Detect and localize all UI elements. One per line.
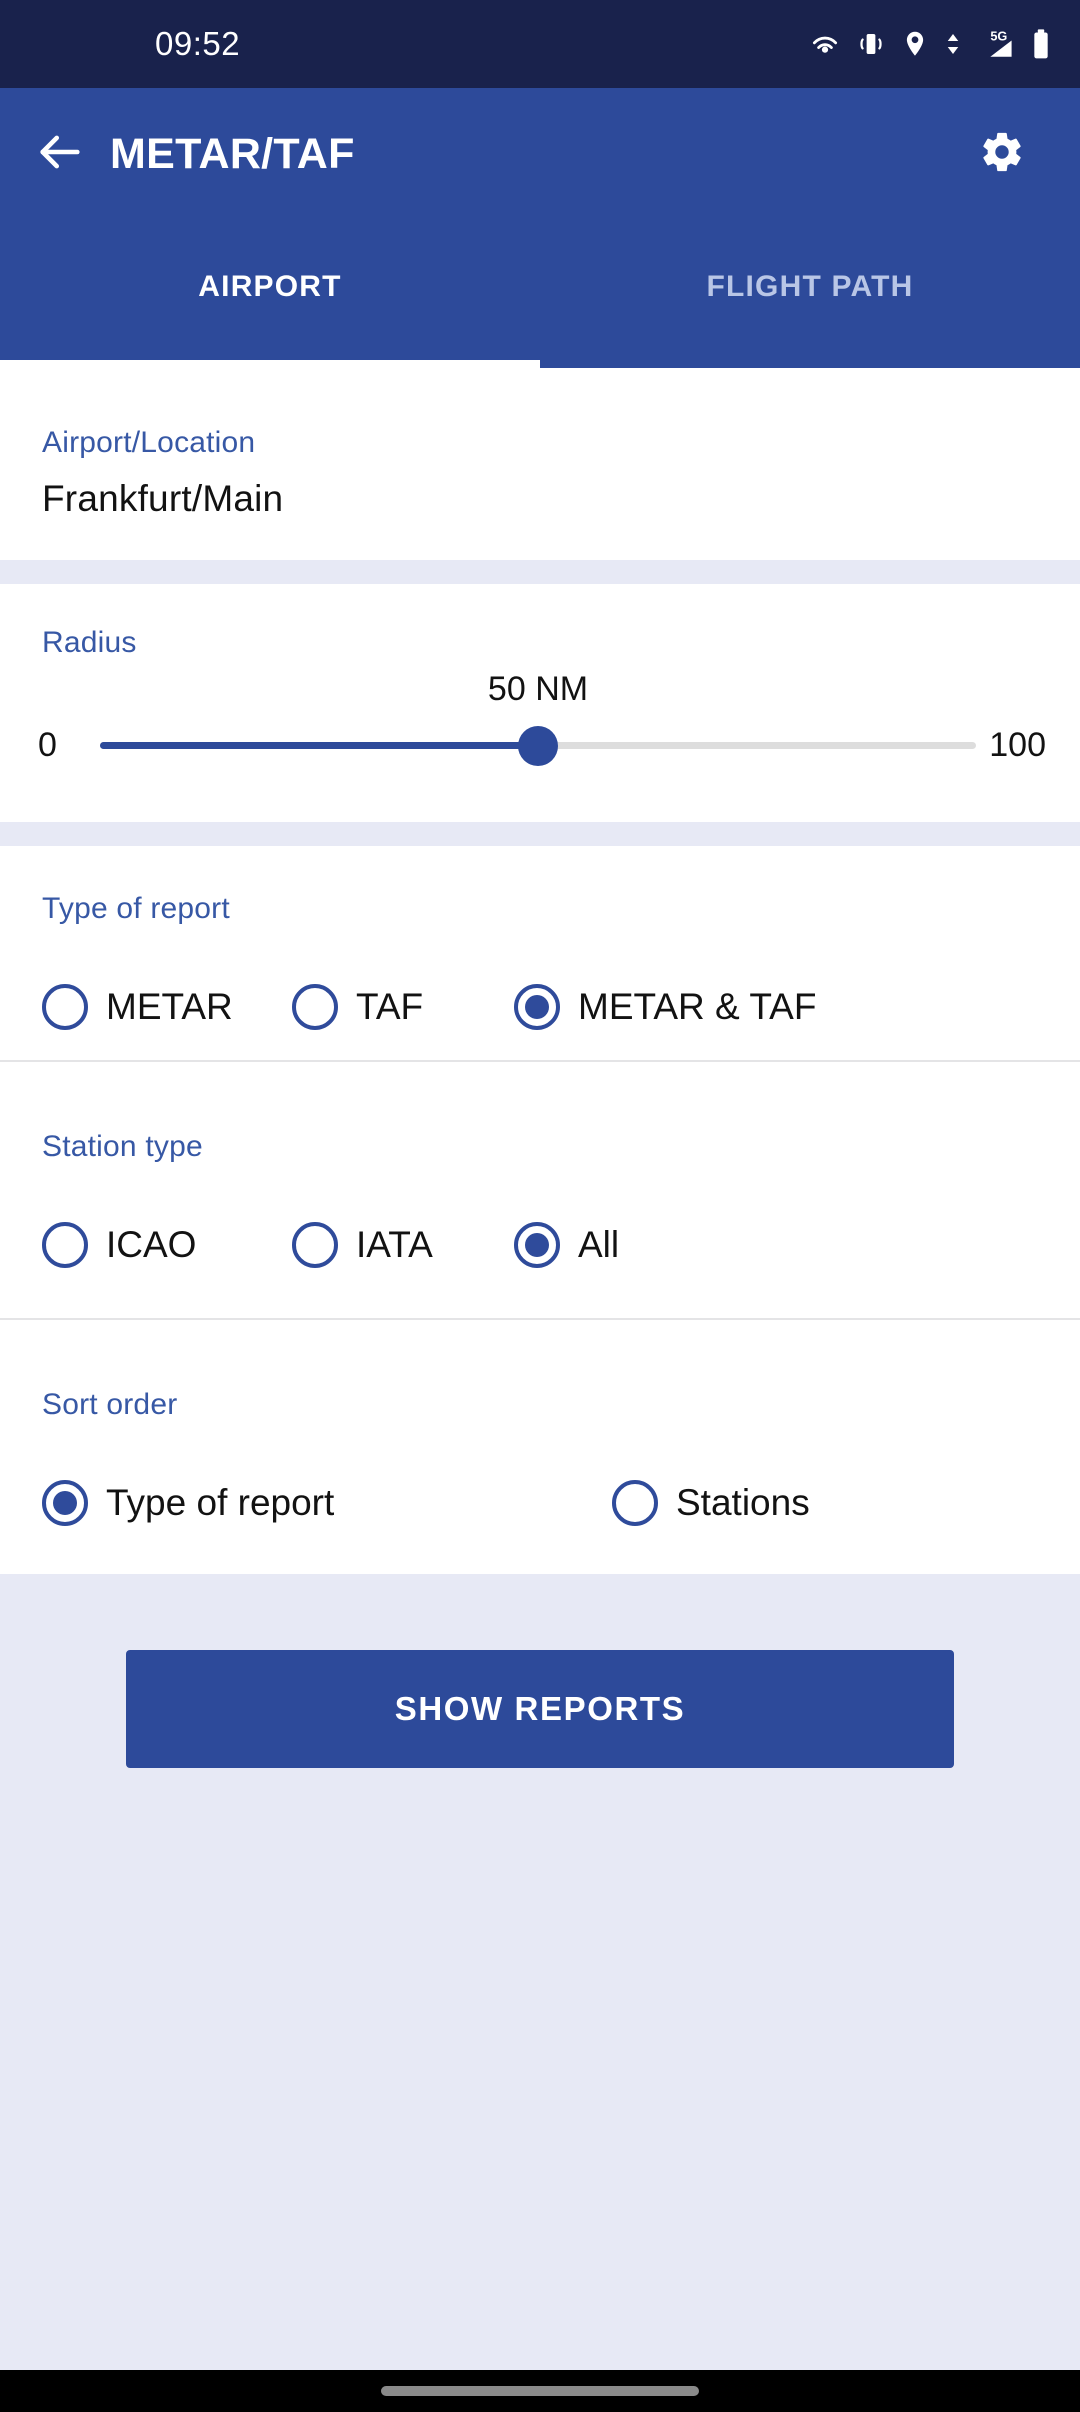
gear-icon (979, 129, 1025, 180)
battery-icon (1030, 28, 1052, 60)
gesture-home-pill[interactable] (381, 2386, 699, 2396)
tab-active-indicator (0, 360, 540, 368)
app-bar-top-row: METAR/TAF (0, 88, 1080, 220)
radio-station-all[interactable]: All (514, 1222, 619, 1268)
vibrate-icon (856, 29, 886, 59)
radio-station-icao[interactable]: ICAO (42, 1222, 292, 1268)
tab-airport-label: AIRPORT (198, 270, 342, 303)
airport-location-label: Airport/Location (42, 426, 256, 459)
type-of-report-label: Type of report (42, 892, 230, 925)
status-bar: 09:52 5G (0, 0, 1080, 88)
radius-slider-thumb[interactable] (518, 725, 558, 766)
airport-location-section[interactable]: Airport/Location Frankfurt/Main (0, 368, 1080, 560)
station-type-label: Station type (42, 1130, 203, 1163)
radio-sort-stations-label: Stations (676, 1482, 810, 1523)
type-of-report-section: Type of report METAR TAF METAR & TAF (0, 846, 1080, 1060)
radius-slider[interactable]: 50 NM 0 100 (38, 670, 1046, 790)
radio-circle-selected-icon (42, 1480, 88, 1526)
airport-location-value: Frankfurt/Main (42, 478, 284, 519)
radio-type-metar-taf[interactable]: METAR & TAF (514, 984, 816, 1030)
station-type-options: ICAO IATA All (42, 1208, 1038, 1282)
radio-circle-icon (42, 984, 88, 1030)
station-type-section: Station type ICAO IATA All (0, 1062, 1080, 1318)
sort-order-section: Sort order Type of report Stations (0, 1320, 1080, 1574)
radio-sort-type-of-report-label: Type of report (106, 1482, 335, 1523)
radius-section: Radius 50 NM 0 100 (0, 584, 1080, 822)
radio-circle-icon (292, 984, 338, 1030)
radio-type-metar-taf-label: METAR & TAF (578, 986, 817, 1027)
tab-flight-path[interactable]: FLIGHT PATH (540, 220, 1080, 368)
radius-label: Radius (42, 626, 137, 659)
radio-sort-stations[interactable]: Stations (612, 1480, 810, 1526)
radius-slider-track[interactable] (100, 725, 976, 766)
section-gap-1 (0, 560, 1080, 584)
sort-order-label: Sort order (42, 1388, 178, 1421)
radio-station-iata-label: IATA (356, 1224, 433, 1265)
status-icon-tray: 5G (808, 27, 1052, 61)
app-bar: METAR/TAF AIRPORT FLIGHT PATH (0, 88, 1080, 368)
radio-type-metar-label: METAR (106, 986, 233, 1027)
tab-bar: AIRPORT FLIGHT PATH (0, 220, 1080, 368)
settings-button[interactable] (946, 88, 1058, 220)
page-title: METAR/TAF (110, 129, 355, 178)
radio-circle-selected-icon (514, 984, 560, 1030)
data-transfer-icon (944, 29, 962, 59)
system-navigation-bar (0, 2370, 1080, 2412)
arrow-left-icon (34, 126, 86, 183)
radio-type-taf-label: TAF (356, 986, 424, 1027)
section-gap-2 (0, 822, 1080, 846)
radius-min-label: 0 (38, 726, 57, 764)
radio-circle-icon (292, 1222, 338, 1268)
radio-circle-selected-icon (514, 1222, 560, 1268)
radio-station-all-label: All (578, 1224, 620, 1265)
radio-station-iata[interactable]: IATA (292, 1222, 514, 1268)
actions-section: SHOW REPORTS (0, 1574, 1080, 1768)
settings-content: Airport/Location Frankfurt/Main Radius 5… (0, 368, 1080, 2370)
radio-type-metar[interactable]: METAR (42, 984, 292, 1030)
tab-flight-path-label: FLIGHT PATH (706, 270, 914, 303)
app-screen: 09:52 5G METAR/TAF AIRPORT FLIGHT PATH A… (0, 0, 1080, 2412)
radio-circle-icon (612, 1480, 658, 1526)
radio-station-icao-label: ICAO (106, 1224, 197, 1265)
radius-slider-fill (100, 742, 538, 749)
tab-airport[interactable]: AIRPORT (0, 220, 540, 368)
type-of-report-options: METAR TAF METAR & TAF (42, 970, 1038, 1044)
radius-max-label: 100 (989, 726, 1046, 764)
svg-text:5G: 5G (990, 28, 1007, 43)
radius-value-label: 50 NM (487, 670, 589, 708)
radio-circle-icon (42, 1222, 88, 1268)
cast-icon (808, 27, 842, 61)
status-clock: 09:52 (155, 25, 241, 62)
radio-sort-type-of-report[interactable]: Type of report (42, 1480, 612, 1526)
sort-order-options: Type of report Stations (42, 1466, 1038, 1540)
show-reports-button[interactable]: SHOW REPORTS (126, 1650, 954, 1768)
radio-type-taf[interactable]: TAF (292, 984, 514, 1030)
signal-icon: 5G (976, 27, 1016, 61)
back-button[interactable] (0, 88, 120, 220)
location-icon (900, 29, 930, 59)
